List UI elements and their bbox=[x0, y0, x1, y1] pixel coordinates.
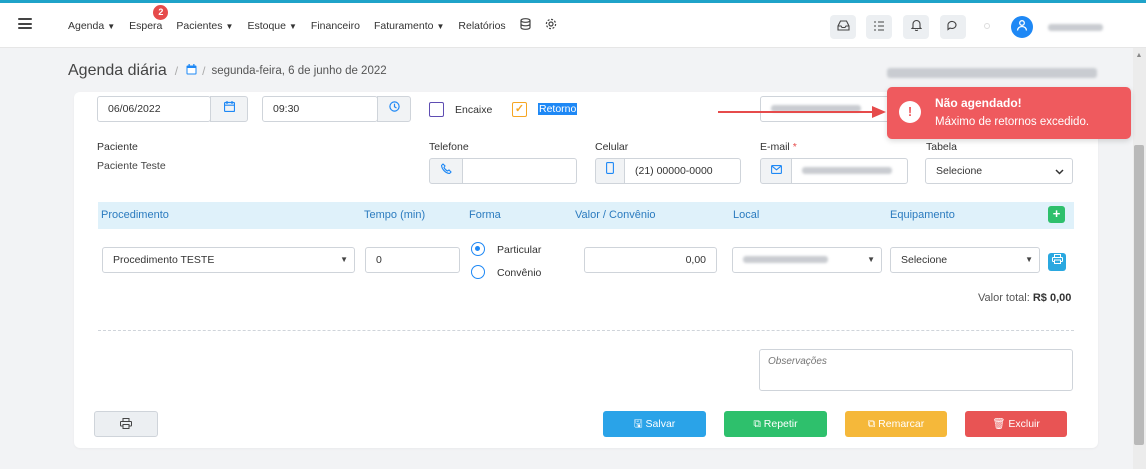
time-field[interactable]: 09:30 bbox=[262, 96, 378, 122]
chevron-down-icon: ▼ bbox=[436, 21, 445, 31]
chevron-down-icon: ▼ bbox=[107, 21, 116, 31]
menu-item-pacientes[interactable]: Pacientes ▼ bbox=[176, 20, 233, 32]
annotation-arrow-head bbox=[872, 106, 886, 118]
caret-down-icon: ▼ bbox=[1025, 255, 1033, 264]
breadcrumb: Agenda diária / / segunda-feira, 6 de ju… bbox=[68, 62, 387, 80]
caret-down-icon: ▼ bbox=[867, 255, 875, 264]
hamburger-menu-icon[interactable] bbox=[18, 18, 32, 29]
celular-input[interactable]: (21) 00000-0000 bbox=[624, 158, 741, 184]
toast-title: Não agendado! bbox=[935, 96, 1022, 110]
procedimento-select[interactable]: Procedimento TESTE ▼ bbox=[102, 247, 355, 273]
print-icon[interactable] bbox=[1048, 253, 1066, 271]
paciente-label: Paciente bbox=[97, 141, 138, 153]
tabela-label: Tabela bbox=[926, 141, 957, 153]
menu-item-estoque[interactable]: Estoque ▼ bbox=[247, 20, 296, 32]
celular-label: Celular bbox=[595, 141, 629, 153]
breadcrumb-separator: / bbox=[174, 64, 179, 78]
header-forma: Forma bbox=[469, 209, 501, 221]
remarcar-button[interactable]: ⧉ Remarcar bbox=[845, 411, 947, 437]
header-valor: Valor / Convênio bbox=[575, 209, 656, 221]
menu-item-agenda[interactable]: Agenda ▼ bbox=[68, 20, 115, 32]
retorno-label: Retorno bbox=[538, 103, 578, 115]
retorno-checkbox[interactable]: ✓ bbox=[512, 102, 527, 117]
print-button[interactable] bbox=[94, 411, 158, 437]
header-local: Local bbox=[733, 209, 760, 221]
encaixe-checkbox[interactable] bbox=[429, 102, 444, 117]
menu-item-relatorios[interactable]: Relatórios bbox=[458, 20, 505, 32]
email-input[interactable] bbox=[791, 158, 908, 184]
valor-total-amount: R$ 0,00 bbox=[1032, 292, 1072, 304]
telefone-input[interactable] bbox=[462, 158, 577, 184]
notification-badge: 2 bbox=[153, 4, 169, 20]
email-redacted bbox=[802, 167, 892, 174]
main-menu: Agenda ▼ Espera 2 Pacientes ▼ Estoque ▼ Fina… bbox=[68, 3, 571, 48]
chevron-down-icon: ▼ bbox=[288, 21, 297, 31]
trash-icon: 🗑 bbox=[992, 418, 1006, 430]
gear-icon[interactable] bbox=[545, 18, 557, 33]
envelope-icon bbox=[760, 158, 792, 184]
divider bbox=[98, 330, 1074, 331]
tempo-input[interactable]: 0 bbox=[365, 247, 460, 273]
copy-icon: ⧉ bbox=[867, 418, 876, 430]
error-toast[interactable]: ! Não agendado! Máximo de retornos exced… bbox=[887, 87, 1131, 139]
local-redacted bbox=[743, 256, 828, 263]
specialty-select[interactable] bbox=[760, 96, 890, 122]
tabela-select[interactable]: Selecione bbox=[925, 158, 1073, 184]
salvar-button[interactable]: 🖫 Salvar bbox=[603, 411, 706, 437]
scroll-up-icon[interactable]: ▲ bbox=[1134, 52, 1144, 60]
equipamento-select[interactable]: Selecione ▼ bbox=[890, 247, 1040, 273]
unit-name-redacted bbox=[887, 68, 1097, 78]
username-redacted bbox=[1048, 24, 1103, 31]
scrollbar-thumb[interactable] bbox=[1134, 145, 1144, 445]
menu-item-faturamento[interactable]: Faturamento ▼ bbox=[374, 20, 444, 32]
bell-icon[interactable] bbox=[903, 15, 929, 39]
valor-input[interactable]: 0,00 bbox=[584, 247, 717, 273]
page-title: Agenda diária bbox=[68, 62, 167, 79]
menu-item-espera[interactable]: Espera 2 bbox=[129, 4, 169, 32]
particular-radio[interactable] bbox=[471, 242, 485, 256]
date-field[interactable]: 06/06/2022 bbox=[97, 96, 211, 122]
mobile-icon bbox=[595, 158, 625, 184]
annotation-arrow bbox=[718, 111, 874, 113]
save-icon: 🖫 bbox=[633, 418, 643, 430]
convenio-radio[interactable] bbox=[471, 265, 485, 279]
particular-label: Particular bbox=[497, 244, 542, 256]
calendar-icon[interactable] bbox=[210, 96, 248, 122]
list-icon[interactable] bbox=[866, 15, 892, 39]
chevron-down-icon: ▼ bbox=[225, 21, 234, 31]
menu-item-financeiro[interactable]: Financeiro bbox=[311, 20, 360, 32]
breadcrumb-separator: / bbox=[202, 64, 206, 78]
add-procedure-button[interactable]: + bbox=[1048, 206, 1065, 223]
valor-total: Valor total: R$ 0,00 bbox=[978, 292, 1072, 304]
exclamation-icon: ! bbox=[899, 101, 921, 123]
repetir-button[interactable]: ⧉ Repetir bbox=[724, 411, 827, 437]
email-label: E-mail * bbox=[760, 141, 797, 153]
convenio-label: Convênio bbox=[497, 267, 542, 279]
clock-icon[interactable] bbox=[377, 96, 411, 122]
header-equipamento: Equipamento bbox=[890, 209, 955, 221]
header-tempo: Tempo (min) bbox=[364, 209, 426, 221]
phone-icon bbox=[429, 158, 463, 184]
status-dot-icon bbox=[984, 23, 990, 29]
calendar-icon bbox=[186, 64, 197, 78]
caret-down-icon: ▼ bbox=[340, 255, 348, 264]
breadcrumb-date: segunda-feira, 6 de junho de 2022 bbox=[211, 65, 387, 77]
navbar: Agenda ▼ Espera 2 Pacientes ▼ Estoque ▼ Fina… bbox=[0, 3, 1146, 48]
paciente-value[interactable]: Paciente Teste bbox=[97, 160, 166, 172]
local-select[interactable]: ▼ bbox=[732, 247, 882, 273]
inbox-icon[interactable] bbox=[830, 15, 856, 39]
telefone-label: Telefone bbox=[429, 141, 469, 153]
chat-icon[interactable] bbox=[940, 15, 966, 39]
excluir-button[interactable]: 🗑 Excluir bbox=[965, 411, 1067, 437]
chevron-down-icon bbox=[1055, 159, 1064, 185]
header-procedimento: Procedimento bbox=[101, 209, 169, 221]
encaixe-label: Encaixe bbox=[455, 104, 493, 116]
copy-icon: ⧉ bbox=[753, 418, 761, 430]
observacoes-textarea[interactable] bbox=[759, 349, 1073, 391]
procedures-table-header: Procedimento Tempo (min) Forma Valor / C… bbox=[98, 202, 1074, 229]
toast-message: Máximo de retornos excedido. bbox=[935, 116, 1090, 128]
user-avatar-icon[interactable] bbox=[1011, 16, 1033, 38]
database-icon[interactable] bbox=[520, 18, 531, 33]
required-mark: * bbox=[792, 141, 797, 153]
